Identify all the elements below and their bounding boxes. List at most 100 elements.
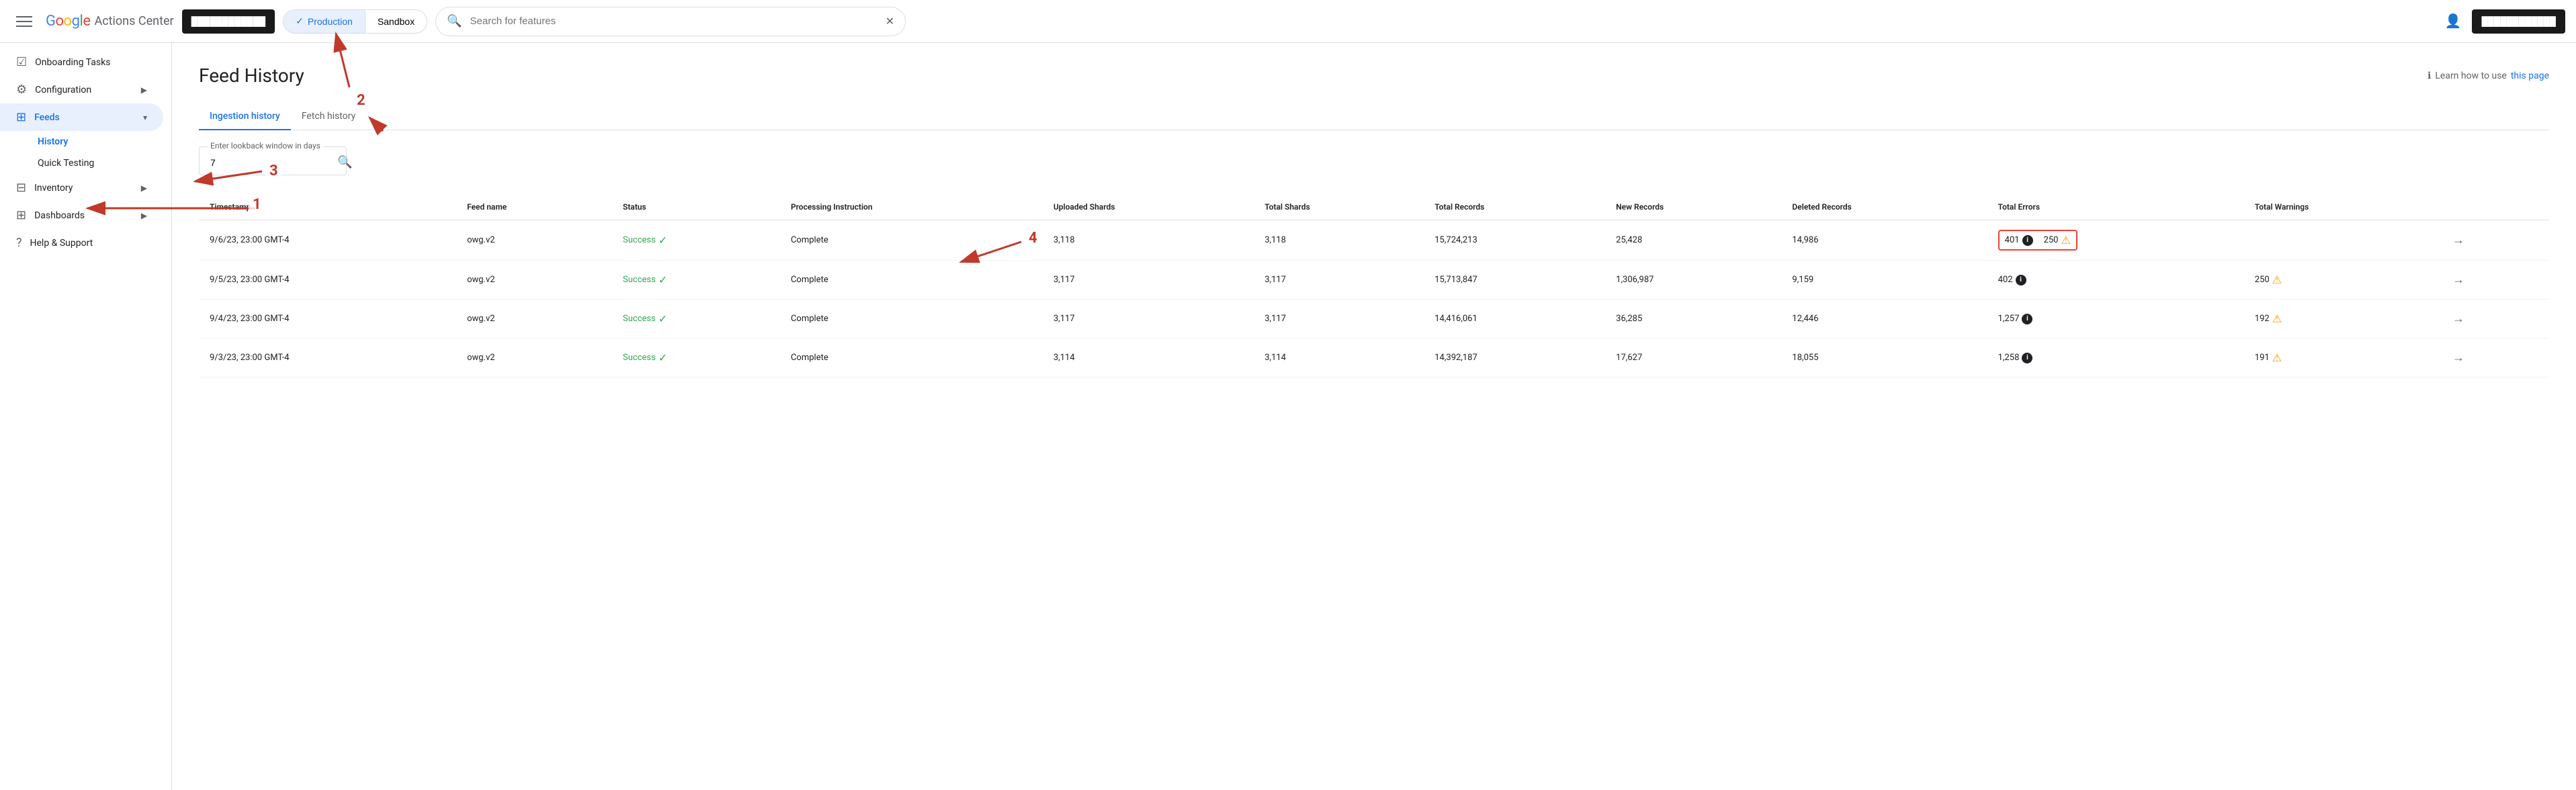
clear-search-icon[interactable]: ✕ — [886, 15, 894, 28]
check-icon: ✓ — [296, 15, 304, 27]
account-icon: 👤 — [2445, 13, 2462, 30]
cell-total-shards: 3,118 — [1254, 220, 1424, 261]
error-badge: 401 i — [2005, 235, 2033, 246]
col-total-records: Total Records — [1424, 194, 1605, 220]
error-badge: 1,258 i — [1998, 353, 2033, 363]
collapse-icon: ▾ — [143, 113, 147, 122]
cell-total-warnings — [2244, 220, 2436, 261]
table-row: 9/3/23, 23:00 GMT-4owg.v2Success ✓Comple… — [199, 339, 2549, 378]
cell-feed-name: owg.v2 — [456, 300, 612, 339]
cell-status: Success ✓ — [612, 300, 780, 339]
info-icon: i — [2022, 353, 2032, 363]
sandbox-env-button[interactable]: Sandbox — [366, 10, 427, 33]
sidebar-item-label: Inventory — [34, 183, 73, 193]
search-icon: 🔍 — [447, 14, 462, 28]
inventory-icon: ⊟ — [16, 181, 26, 195]
tab-ingestion-history[interactable]: Ingestion history — [199, 103, 291, 130]
row-arrow-button[interactable]: → — [2447, 309, 2470, 328]
sidebar-item-configuration[interactable]: ⚙ Configuration ▶ — [0, 76, 163, 103]
env-switcher: ✓ Production Sandbox — [283, 9, 427, 34]
cell-uploaded-shards: 3,114 — [1043, 339, 1254, 378]
cell-timestamp: 9/3/23, 23:00 GMT-4 — [199, 339, 456, 378]
error-badge: 402 i — [1998, 275, 2026, 286]
cell-new-records: 17,627 — [1605, 339, 1781, 378]
cell-timestamp: 9/4/23, 23:00 GMT-4 — [199, 300, 456, 339]
cell-action: → — [2436, 220, 2549, 261]
sandbox-label: Sandbox — [378, 16, 415, 27]
status-success-icon: Success — [623, 275, 656, 285]
sidebar-item-help[interactable]: ? Help & Support — [0, 229, 163, 257]
col-deleted-records: Deleted Records — [1781, 194, 1987, 220]
tab-fetch-history[interactable]: Fetch history — [291, 103, 366, 130]
sidebar-item-label: Feeds — [34, 112, 60, 123]
cell-total-shards: 3,114 — [1254, 339, 1424, 378]
account-button-right[interactable]: ████████████ — [2472, 9, 2565, 34]
cell-status: Success ✓ — [612, 339, 780, 378]
sidebar-item-feeds[interactable]: ⊞ Feeds ▾ — [0, 103, 163, 131]
filter-row: Enter lookback window in days 🔍 — [199, 146, 2549, 175]
sidebar: ☑ Onboarding Tasks ⚙ Configuration ▶ ⊞ F… — [0, 43, 172, 790]
cell-action: → — [2436, 300, 2549, 339]
col-processing: Processing Instruction — [780, 194, 1043, 220]
col-new-records: New Records — [1605, 194, 1781, 220]
search-input[interactable] — [470, 15, 877, 27]
row-arrow-button[interactable]: → — [2447, 270, 2470, 290]
cell-deleted-records: 14,986 — [1781, 220, 1987, 261]
help-icon: ? — [16, 236, 22, 250]
warning-badge: 250 ⚠ — [2255, 273, 2282, 286]
row-arrow-button[interactable]: → — [2447, 230, 2470, 250]
hamburger-menu[interactable] — [11, 11, 38, 32]
production-label: Production — [308, 16, 353, 27]
help-this-page-link[interactable]: this page — [2511, 71, 2549, 81]
status-success-icon: Success — [623, 235, 656, 245]
cell-feed-name: owg.v2 — [456, 261, 612, 300]
lookback-search-icon[interactable]: 🔍 — [337, 155, 352, 169]
cell-total-shards: 3,117 — [1254, 261, 1424, 300]
row-arrow-button[interactable]: → — [2447, 348, 2470, 367]
help-learn-text: Learn how to use — [2435, 71, 2506, 81]
col-timestamp: Timestamp — [199, 194, 456, 220]
cell-new-records: 36,285 — [1605, 300, 1781, 339]
check-icon: ✓ — [658, 273, 667, 286]
logo[interactable]: Google Actions Center — [46, 13, 174, 30]
cell-deleted-records: 9,159 — [1781, 261, 1987, 300]
check-icon: ✓ — [658, 234, 667, 247]
app-header: Google Actions Center ████████████ ✓ Pro… — [0, 0, 2576, 43]
page-title: Feed History — [199, 64, 304, 87]
col-feed-name: Feed name — [456, 194, 612, 220]
main-content: Feed History ℹ Learn how to use this pag… — [172, 43, 2576, 790]
cell-feed-name: owg.v2 — [456, 220, 612, 261]
cell-processing: Complete — [780, 220, 1043, 261]
warning-badge: 192 ⚠ — [2255, 312, 2282, 325]
dashboards-icon: ⊞ — [16, 208, 26, 222]
col-uploaded-shards: Uploaded Shards — [1043, 194, 1254, 220]
sidebar-item-onboarding[interactable]: ☑ Onboarding Tasks — [0, 48, 163, 76]
sidebar-item-quick-testing[interactable]: Quick Testing — [38, 152, 163, 174]
cell-total-shards: 3,117 — [1254, 300, 1424, 339]
table-body: 9/6/23, 23:00 GMT-4owg.v2Success ✓Comple… — [199, 220, 2549, 378]
warning-icon: ⚠ — [2272, 351, 2282, 364]
feed-history-table: Timestamp Feed name Status Processing In… — [199, 194, 2549, 378]
col-total-warnings: Total Warnings — [2244, 194, 2436, 220]
help-circle-icon: ℹ — [2428, 71, 2431, 81]
lookback-input[interactable] — [210, 157, 332, 168]
col-actions — [2436, 194, 2549, 220]
cell-deleted-records: 12,446 — [1781, 300, 1987, 339]
page-header: Feed History ℹ Learn how to use this pag… — [199, 64, 2549, 87]
expand-icon: ▶ — [141, 211, 147, 220]
feeds-subnav: History Quick Testing — [0, 131, 171, 174]
google-wordmark: Google — [46, 13, 90, 30]
sidebar-item-dashboards[interactable]: ⊞ Dashboards ▶ — [0, 202, 163, 229]
sidebar-item-inventory[interactable]: ⊟ Inventory ▶ — [0, 174, 163, 202]
table-header: Timestamp Feed name Status Processing In… — [199, 194, 2549, 220]
cell-uploaded-shards: 3,117 — [1043, 300, 1254, 339]
account-circle-button[interactable]: 👤 — [2440, 7, 2467, 35]
warning-icon: ⚠ — [2061, 234, 2070, 247]
warning-icon: ⚠ — [2272, 273, 2282, 286]
cell-total-warnings: 192 ⚠ — [2244, 300, 2436, 339]
sidebar-item-history[interactable]: History — [38, 131, 163, 152]
status-success-icon: Success — [623, 314, 656, 324]
cell-new-records: 25,428 — [1605, 220, 1781, 261]
cell-total-records: 15,713,847 — [1424, 261, 1605, 300]
production-env-button[interactable]: ✓ Production — [284, 10, 365, 33]
